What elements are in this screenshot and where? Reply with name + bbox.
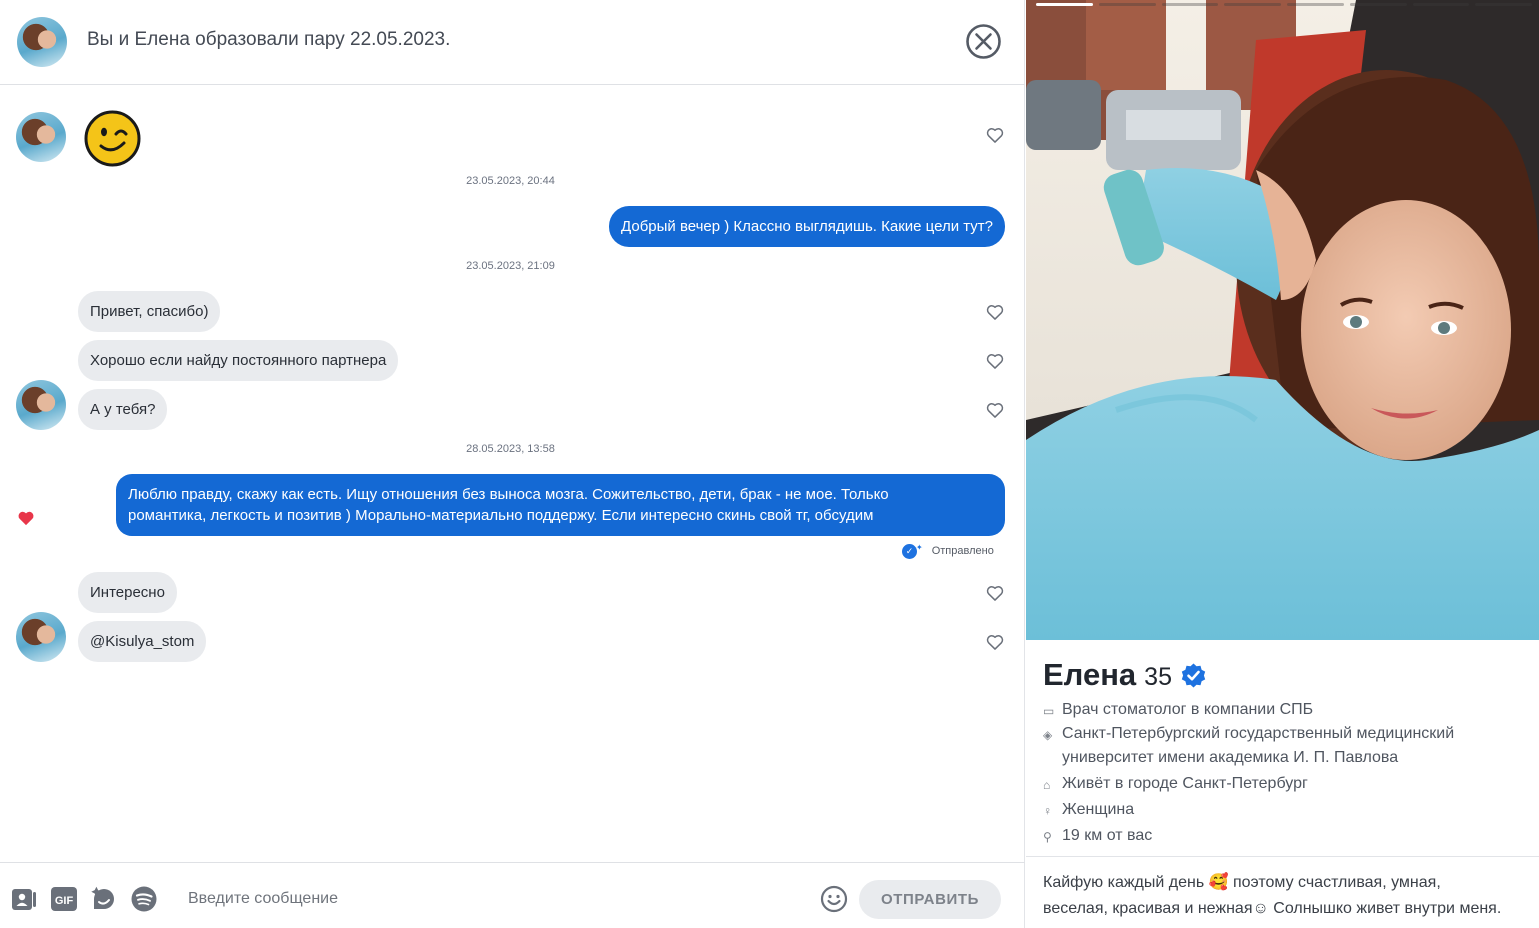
sender-avatar[interactable]	[16, 612, 66, 662]
chat-header: Вы и Елена образовали пару 22.05.2023.	[0, 0, 1025, 85]
job-line: ▭ Врач стоматолог в компании СПБ	[1043, 698, 1313, 723]
message-timestamp: 23.05.2023, 21:09	[466, 260, 555, 272]
like-heart-icon[interactable]	[985, 351, 1005, 371]
photo-progress-segment[interactable]	[1349, 3, 1407, 6]
profile-photo[interactable]	[1026, 0, 1539, 640]
match-avatar[interactable]	[17, 17, 67, 67]
wink-emoji	[84, 110, 141, 167]
match-title: Вы и Елена образовали пару 22.05.2023.	[87, 29, 451, 50]
gender-text: Женщина	[1062, 801, 1135, 818]
sticker-icon[interactable]	[90, 885, 118, 913]
school-line: ◈ Санкт-Петербургский государственный ме…	[1043, 722, 1454, 770]
photo-progress-segment[interactable]	[1224, 3, 1281, 6]
distance-text: 19 км от вас	[1062, 827, 1153, 844]
message-input[interactable]	[176, 881, 796, 917]
spotify-icon[interactable]	[130, 885, 158, 913]
like-heart-icon[interactable]	[985, 583, 1005, 603]
sent-status-label: Отправлено	[931, 545, 994, 557]
house-icon: ⌂	[1043, 778, 1051, 792]
like-heart-icon[interactable]	[985, 302, 1005, 322]
double-check-icon: ✓	[902, 543, 917, 559]
like-heart-icon[interactable]	[985, 400, 1005, 420]
liked-heart-icon[interactable]	[16, 508, 36, 528]
incoming-message[interactable]: Привет, спасибо)	[78, 291, 221, 332]
city-line: ⌂ Живёт в городе Санкт-Петербург	[1043, 772, 1308, 797]
photo-progress	[1036, 3, 1532, 7]
distance-line: ⚲ 19 км от вас	[1043, 824, 1152, 849]
photo-progress-segment[interactable]	[1287, 3, 1344, 6]
gender-line: ♀ Женщина	[1043, 798, 1134, 823]
message-composer: GIF ОТПРАВИТЬ	[0, 862, 1025, 928]
briefcase-icon: ▭	[1043, 704, 1055, 718]
profile-bio: Кайфую каждый день 🥰 поэтому счастливая,…	[1043, 870, 1533, 922]
profile-photo-image	[1026, 0, 1539, 640]
bio-line: Кайфую каждый день 🥰 поэтому счастливая,…	[1043, 874, 1441, 891]
message-line: романтика, легкость и позитив ) Морально…	[128, 507, 874, 524]
outgoing-message[interactable]: Люблю правду, скажу как есть. Ищу отноше…	[116, 474, 1005, 536]
incoming-message[interactable]: Интересно	[78, 572, 177, 613]
sender-avatar[interactable]	[16, 112, 66, 162]
message-line: Люблю правду, скажу как есть. Ищу отноше…	[128, 486, 889, 503]
message-timestamp: 23.05.2023, 20:44	[466, 175, 555, 187]
chat-panel: Вы и Елена образовали пару 22.05.2023. 2…	[0, 0, 1025, 928]
school-line-1: Санкт-Петербургский государственный меди…	[1062, 725, 1455, 742]
sender-avatar[interactable]	[16, 380, 66, 430]
sparkle-icon: ✦	[916, 542, 923, 552]
location-pin-icon: ⚲	[1043, 830, 1052, 844]
name-row: Елена 35	[1043, 657, 1207, 693]
photo-progress-segment[interactable]	[1161, 3, 1219, 6]
photo-progress-segment[interactable]	[1475, 3, 1532, 6]
city-text: Живёт в городе Санкт-Петербург	[1062, 775, 1308, 792]
like-heart-icon[interactable]	[985, 125, 1005, 145]
close-icon[interactable]	[965, 23, 1002, 60]
send-button[interactable]: ОТПРАВИТЬ	[859, 880, 1001, 919]
incoming-message[interactable]: Хорошо если найду постоянного партнера	[78, 340, 399, 381]
graduation-cap-icon: ◈	[1043, 728, 1053, 742]
incoming-message[interactable]: А у тебя?	[78, 389, 168, 430]
profile-age: 35	[1144, 663, 1172, 691]
bio-line: веселая, красивая и нежная☺ Солнышко жив…	[1043, 900, 1502, 917]
contact-card-icon[interactable]	[10, 885, 38, 913]
job-text: Врач стоматолог в компании СПБ	[1062, 701, 1314, 718]
message-list[interactable]: 23.05.2023, 20:44 Добрый вечер ) Классно…	[0, 86, 1025, 862]
photo-progress-segment[interactable]	[1412, 3, 1470, 6]
sent-status: ✓ ✦ Отправлено	[902, 543, 994, 559]
outgoing-message[interactable]: Добрый вечер ) Классно выглядишь. Какие …	[609, 206, 1005, 247]
photo-progress-segment[interactable]	[1098, 3, 1156, 6]
like-heart-icon[interactable]	[985, 632, 1005, 652]
profile-panel: Елена 35 ▭ Врач стоматолог в компании СП…	[1026, 0, 1539, 928]
profile-name: Елена	[1043, 657, 1137, 692]
profile-info: Елена 35 ▭ Врач стоматолог в компании СП…	[1026, 640, 1539, 857]
message-timestamp: 28.05.2023, 13:58	[466, 443, 555, 455]
photo-progress-segment[interactable]	[1036, 3, 1093, 6]
gif-icon[interactable]: GIF	[50, 885, 78, 913]
school-line-2: университет имени академика И. П. Павлов…	[1062, 749, 1399, 766]
incoming-message[interactable]: @Kisulya_stom	[78, 621, 207, 662]
person-icon: ♀	[1043, 804, 1052, 818]
gif-label: GIF	[55, 895, 74, 907]
emoji-picker-icon[interactable]	[820, 885, 848, 913]
school-text: Санкт-Петербургский государственный меди…	[1062, 722, 1454, 770]
verified-badge-icon[interactable]	[1180, 662, 1207, 689]
